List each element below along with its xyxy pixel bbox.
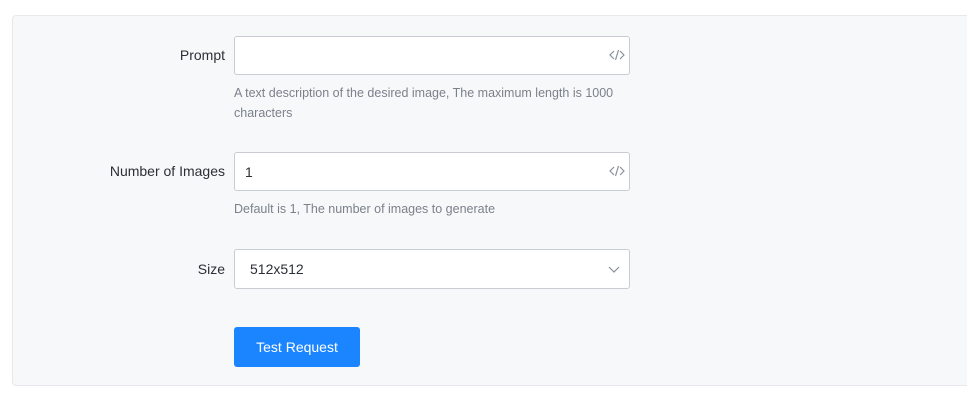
prompt-input[interactable] [235, 37, 595, 74]
num-images-input[interactable] [235, 153, 595, 190]
request-form-panel: Prompt A text description of the desired… [12, 15, 967, 386]
prompt-input-container [234, 36, 630, 75]
code-icon[interactable] [609, 48, 625, 62]
test-request-button[interactable]: Test Request [234, 327, 360, 367]
code-icon[interactable] [609, 164, 625, 178]
prompt-label: Prompt [179, 47, 225, 63]
size-select[interactable]: 512x512 [234, 249, 630, 289]
num-images-help-text: Default is 1, The number of images to ge… [234, 202, 496, 216]
num-images-label: Number of Images [109, 163, 225, 179]
size-label: Size [197, 261, 225, 277]
prompt-help-text: A text description of the desired image,… [234, 86, 614, 120]
chevron-down-icon [608, 266, 620, 273]
num-images-input-container [234, 152, 630, 191]
size-select-value: 512x512 [250, 261, 304, 277]
